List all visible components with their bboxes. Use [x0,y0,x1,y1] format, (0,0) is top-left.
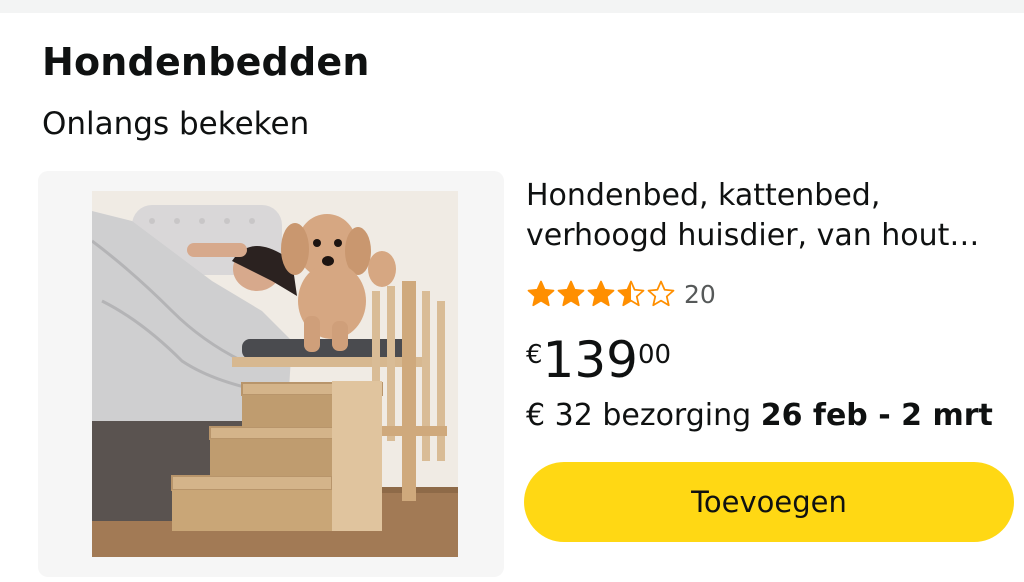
product-image[interactable] [92,191,458,557]
star-half-icon [616,279,646,309]
add-to-cart-button[interactable]: Toevoegen [524,462,1014,542]
section-title: Hondenbedden [42,40,370,84]
product-title[interactable]: Hondenbed, kattenbed, verhoogd huisdier,… [526,176,1016,256]
product-image-card[interactable] [38,171,504,577]
price-whole: 139 [542,331,638,389]
price-currency-symbol: € [526,340,543,370]
section-subtitle: Onlangs bekeken [42,106,310,142]
delivery-cost: € 32 bezorging [526,398,761,433]
star-full-icon [556,279,586,309]
delivery-dates: 26 feb - 2 mrt [760,398,993,433]
star-full-icon [526,279,556,309]
top-strip [0,0,1024,13]
star-empty-icon [646,279,676,309]
delivery-info: € 32 bezorging 26 feb - 2 mrt [526,398,993,433]
rating-row[interactable]: 20 [526,278,716,310]
product-price: € 139 00 [526,330,671,390]
rating-count[interactable]: 20 [684,280,716,309]
price-fraction: 00 [637,340,672,370]
star-full-icon [586,279,616,309]
star-rating [526,279,676,309]
